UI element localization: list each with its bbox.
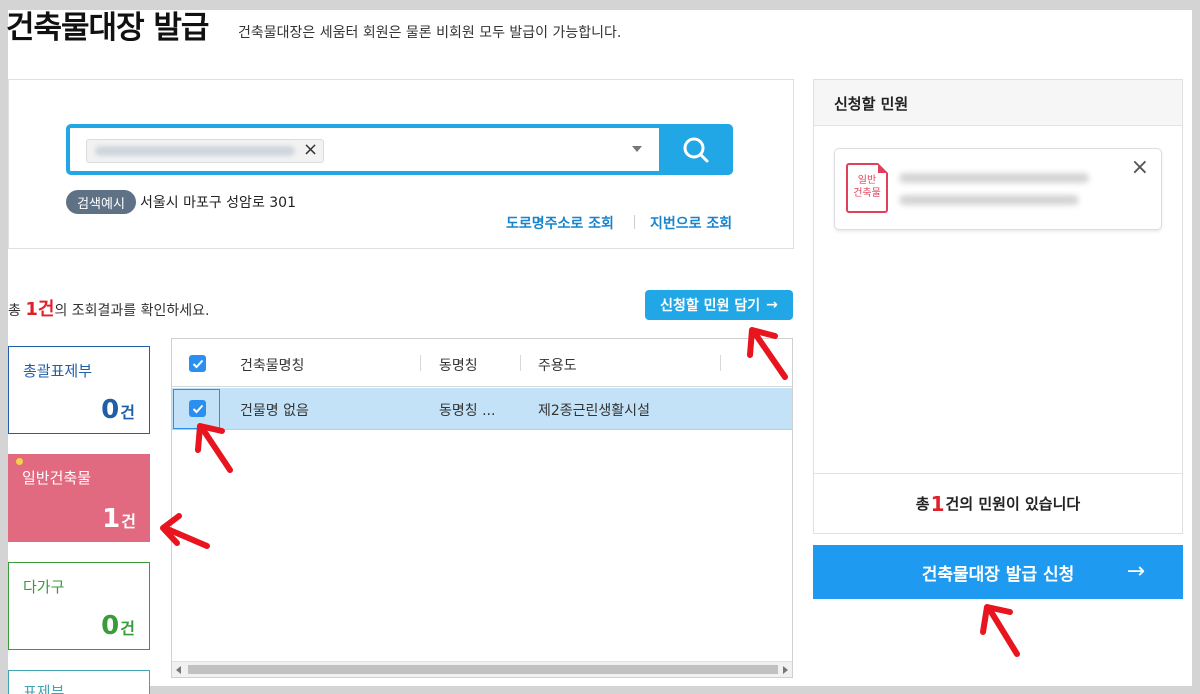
request-summary-suffix: 건의 민원이 있습니다 [945, 495, 1081, 513]
cell-main-use: 제2종근린생활시설 [538, 403, 650, 419]
column-divider [720, 355, 721, 371]
category-count: 0건 [101, 395, 135, 425]
results-grid: 건축물명칭 동명칭 주용도 건물명 없음 동명칭 ... 제2종근린생활시설 [171, 338, 793, 678]
add-to-request-button[interactable]: 신청할 민원 담기 → [645, 290, 793, 320]
blurred-address-line [899, 195, 1079, 205]
link-divider [634, 215, 635, 229]
checkmark-icon [192, 359, 203, 368]
page-description: 건축물대장은 세움터 회원은 물론 비회원 모두 발급이 가능합니다. [238, 25, 622, 41]
column-divider [520, 355, 521, 371]
category-count-unit: 건 [121, 512, 136, 531]
issue-request-label: 건축물대장 발급 신청 [921, 564, 1075, 585]
column-header-main-use[interactable]: 주용도 [538, 355, 577, 375]
arrow-right-icon: → [1126, 559, 1145, 584]
category-count-value: 0 [101, 611, 120, 641]
document-icon-label: 일반건축물 [848, 174, 886, 200]
arrow-right-icon: → [766, 297, 778, 313]
result-summary-prefix: 총 [8, 303, 26, 319]
annotation-arrow-icon [980, 604, 1020, 657]
search-icon [683, 137, 709, 162]
annotation-arrow-icon [160, 513, 210, 549]
road-address-search-link[interactable]: 도로명주소로 조회 [506, 213, 614, 233]
request-count: 1 [930, 491, 945, 516]
horizontal-scrollbar[interactable] [172, 661, 792, 677]
issue-request-button[interactable]: 건축물대장 발급 신청 → [813, 545, 1183, 599]
cell-building-name: 건물명 없음 [240, 403, 309, 419]
result-count: 1건 [25, 299, 55, 320]
checkmark-icon [192, 404, 203, 413]
document-fold [878, 163, 888, 173]
annotation-arrow-icon [747, 327, 788, 380]
doc-label-line1: 일반 [857, 175, 877, 186]
column-divider [420, 355, 421, 371]
column-header-building-name[interactable]: 건축물명칭 [240, 355, 304, 375]
blurred-address-line [899, 173, 1089, 183]
blurred-address-text [95, 146, 295, 156]
result-summary: 총 1건의 조회결과를 확인하세요. [8, 295, 209, 321]
category-count-unit: 건 [120, 619, 135, 638]
search-button[interactable] [659, 124, 733, 175]
category-label: 총괄표제부 [23, 362, 93, 380]
scrollbar-thumb[interactable] [188, 665, 778, 674]
doc-label-line2: 건축물 [853, 188, 881, 199]
page-title: 건축물대장 발급 [6, 10, 209, 46]
category-general-building[interactable]: 일반건축물 1건 [8, 454, 150, 542]
dropdown-arrow-icon[interactable] [632, 146, 642, 152]
request-item-card: 일반건축물 × [834, 148, 1162, 230]
search-example-text: 서울시 마포구 성암로 301 [140, 195, 296, 211]
cell-dong-name: 동명칭 ... [439, 403, 496, 419]
annotation-arrow-icon [195, 423, 233, 473]
request-list-title: 신청할 민원 [834, 95, 909, 113]
table-row[interactable]: 건물명 없음 동명칭 ... 제2종근린생활시설 [172, 388, 792, 430]
category-count-value: 1 [102, 504, 121, 534]
row-checkbox[interactable] [189, 400, 206, 417]
category-count-value: 0 [101, 395, 120, 425]
category-label: 일반건축물 [22, 469, 92, 487]
grid-header: 건축물명칭 동명칭 주용도 [172, 339, 792, 387]
active-dot-icon [16, 458, 23, 465]
scroll-left-icon[interactable] [176, 666, 181, 674]
chip-remove-icon[interactable]: × [303, 138, 318, 162]
category-label: 표제부 [23, 683, 65, 694]
add-to-request-label: 신청할 민원 담기 [660, 298, 761, 314]
category-count-unit: 건 [120, 403, 135, 422]
category-multi-household[interactable]: 다가구 0건 [8, 562, 150, 650]
close-icon[interactable]: × [1131, 157, 1149, 179]
category-label: 다가구 [23, 578, 65, 596]
column-header-dong-name[interactable]: 동명칭 [439, 355, 478, 375]
request-summary: 총 1 건의 민원이 있습니다 [814, 473, 1182, 533]
request-list-header: 신청할 민원 [814, 80, 1182, 126]
select-all-checkbox[interactable] [189, 355, 206, 372]
category-summary-title[interactable]: 총괄표제부 0건 [8, 346, 150, 434]
category-count: 0건 [101, 611, 135, 641]
category-count: 1건 [102, 504, 136, 534]
document-icon: 일반건축물 [846, 163, 888, 213]
scroll-right-icon[interactable] [783, 666, 788, 674]
result-summary-suffix: 의 조회결과를 확인하세요. [54, 303, 210, 319]
search-example-badge: 검색예시 [66, 190, 136, 214]
category-title-section[interactable]: 표제부 [8, 670, 150, 694]
jibun-search-link[interactable]: 지번으로 조회 [650, 213, 732, 233]
request-summary-prefix: 총 [915, 495, 930, 513]
